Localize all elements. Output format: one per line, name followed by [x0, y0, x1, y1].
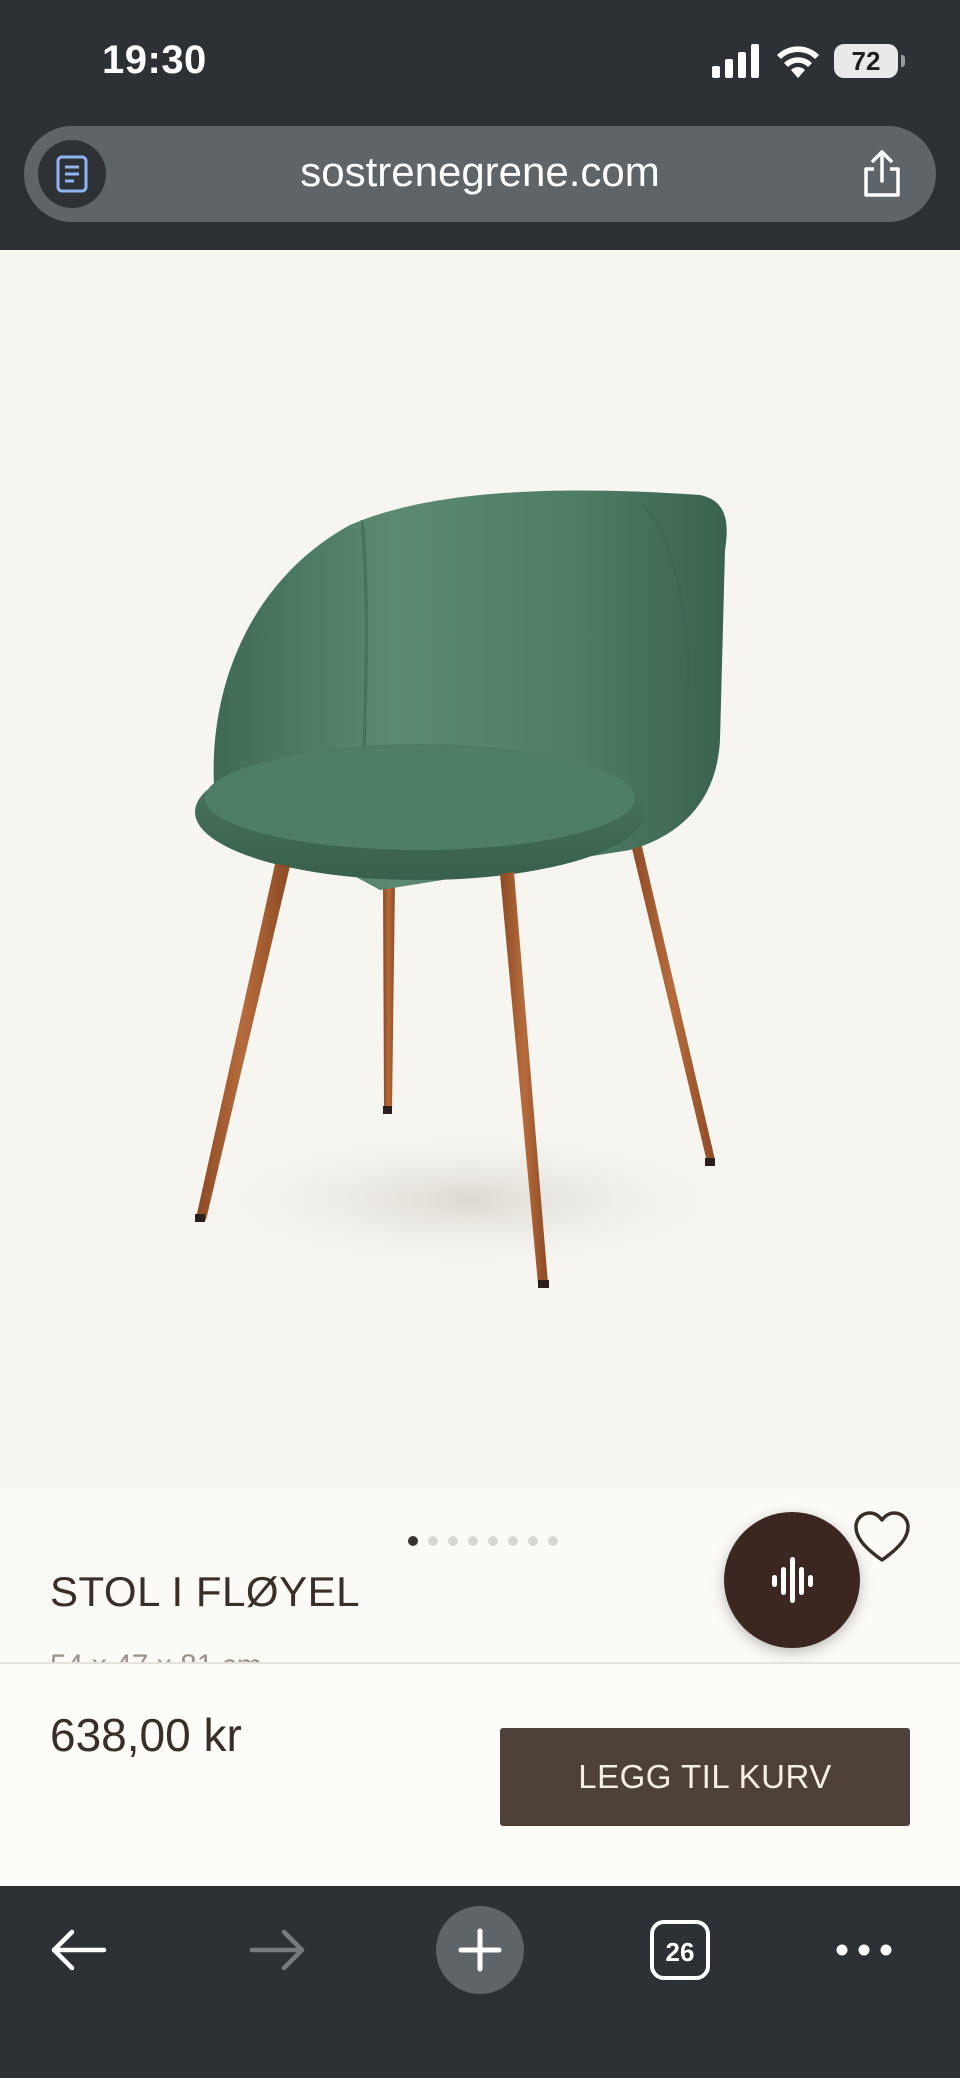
cellular-signal-icon: [712, 44, 759, 78]
tab-count: 26: [666, 1937, 695, 1967]
carousel-dot[interactable]: [408, 1536, 418, 1546]
wifi-icon: [777, 46, 819, 78]
add-to-cart-button[interactable]: LEGG TIL KURV: [500, 1728, 910, 1826]
share-icon: [864, 150, 900, 197]
more-icon: [836, 1944, 892, 1956]
url-text[interactable]: sostrenegrene.com: [24, 148, 936, 196]
carousel-dot[interactable]: [488, 1536, 498, 1546]
product-image[interactable]: [0, 250, 960, 1488]
new-tab-button[interactable]: [436, 1906, 524, 1994]
back-arrow-icon: [51, 1929, 107, 1971]
forward-arrow-icon: [249, 1929, 305, 1971]
image-carousel-dots[interactable]: [408, 1536, 558, 1546]
carousel-dot[interactable]: [468, 1536, 478, 1546]
tabs-icon: 26: [650, 1920, 710, 1980]
battery-indicator: 72: [834, 44, 905, 78]
browser-toolbar: 26: [0, 1886, 960, 2078]
product-title: STOL I FLØYEL: [50, 1568, 360, 1615]
plus-icon: [458, 1928, 502, 1972]
favorite-button[interactable]: [852, 1510, 912, 1566]
status-bar: 19:30 72: [0, 0, 960, 120]
velvet-chair-image: [170, 490, 770, 1288]
status-icons: 72: [712, 44, 905, 78]
voice-assistant-button[interactable]: [724, 1512, 860, 1648]
carousel-dot[interactable]: [448, 1536, 458, 1546]
status-time: 19:30: [102, 38, 207, 82]
heart-icon: [854, 1511, 910, 1562]
carousel-dot[interactable]: [528, 1536, 538, 1546]
share-button[interactable]: [854, 146, 910, 202]
tabs-button[interactable]: 26: [636, 1906, 724, 1994]
back-button[interactable]: [34, 1906, 122, 1994]
forward-button[interactable]: [234, 1906, 322, 1994]
carousel-dot[interactable]: [548, 1536, 558, 1546]
purchase-bar: 638,00 kr LEGG TIL KURV: [0, 1662, 960, 1886]
carousel-dot[interactable]: [428, 1536, 438, 1546]
web-page: STOL I FLØYEL 54 x 47 x 81 cm 638,00 kr …: [0, 250, 960, 1886]
more-button[interactable]: [820, 1906, 908, 1994]
voice-wave-icon: [772, 1557, 813, 1603]
carousel-dot[interactable]: [508, 1536, 518, 1546]
product-price: 638,00 kr: [50, 1709, 242, 1761]
address-bar[interactable]: sostrenegrene.com: [24, 126, 936, 222]
